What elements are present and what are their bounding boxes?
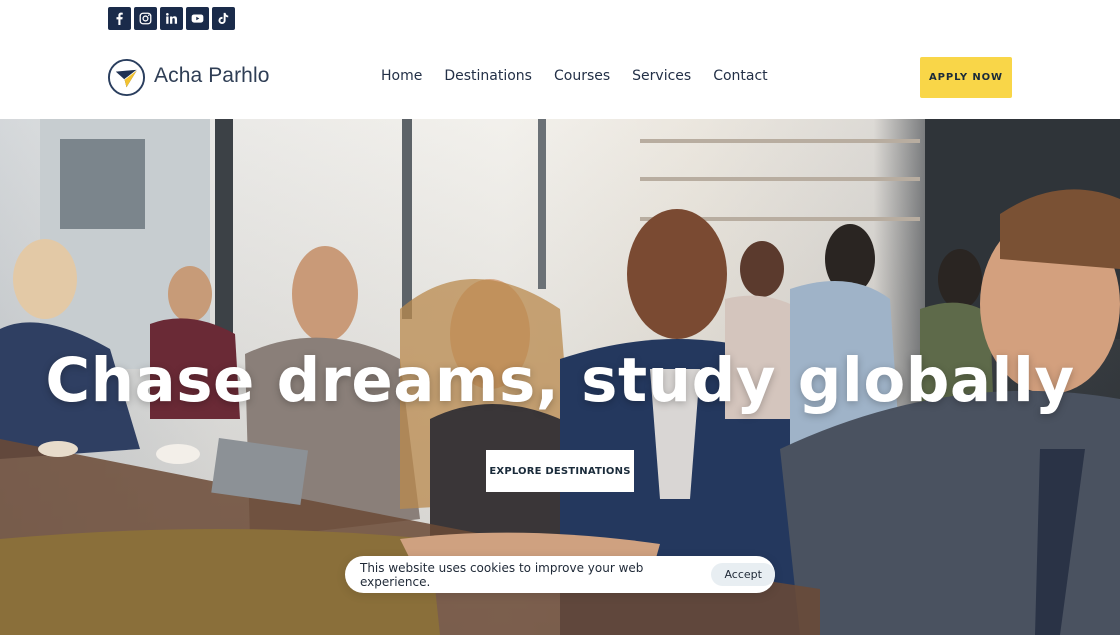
nav-item-contact[interactable]: Contact (713, 68, 767, 84)
site-header: Acha Parhlo Home Destinations Courses Se… (0, 0, 1120, 119)
social-links (108, 7, 235, 30)
nav-item-courses[interactable]: Courses (554, 68, 610, 84)
main-nav: Home Destinations Courses Services Conta… (381, 68, 768, 84)
tiktok-icon[interactable] (212, 7, 235, 30)
brand-logo[interactable]: Acha Parhlo (107, 58, 270, 97)
cookie-banner: This website uses cookies to improve you… (345, 556, 775, 593)
nav-item-services[interactable]: Services (632, 68, 691, 84)
explore-destinations-button[interactable]: EXPLORE DESTINATIONS (486, 450, 634, 492)
apply-now-button[interactable]: APPLY NOW (920, 57, 1012, 98)
paper-plane-logo-icon (107, 58, 146, 97)
instagram-icon[interactable] (134, 7, 157, 30)
nav-item-home[interactable]: Home (381, 68, 422, 84)
linkedin-icon[interactable] (160, 7, 183, 30)
brand-name: Acha Parhlo (154, 63, 270, 87)
youtube-icon[interactable] (186, 7, 209, 30)
nav-item-destinations[interactable]: Destinations (444, 68, 532, 84)
cookie-accept-button[interactable]: Accept (711, 563, 775, 586)
hero-banner: Chase dreams, study globally EXPLORE DES… (0, 119, 1120, 635)
facebook-icon[interactable] (108, 7, 131, 30)
hero-title: Chase dreams, study globally (45, 345, 1075, 416)
cookie-message: This website uses cookies to improve you… (360, 560, 644, 589)
